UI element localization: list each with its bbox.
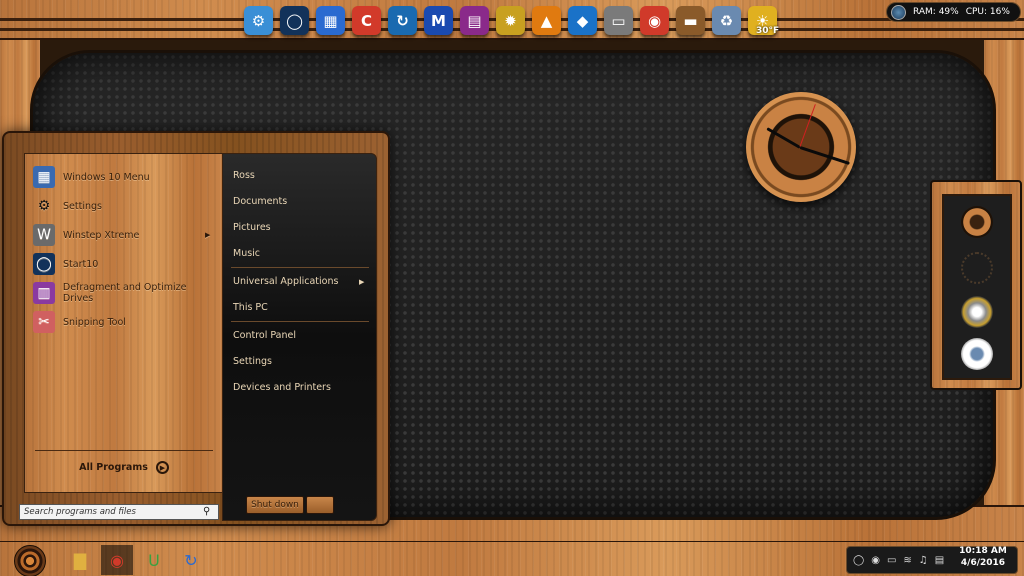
cpu-meter: CPU: 16% [965,7,1010,17]
places-pane: Ross Documents Pictures Music Universal Appl… [222,153,377,521]
programs-pane: ▦ Windows 10 Menu ⚙ Settings W Winstep Xtreme… [24,153,224,493]
mini-clock-icon[interactable] [961,206,993,238]
program-item[interactable]: ◯ Start10 [33,253,219,275]
program-label: Settings [63,200,102,212]
iobit-icon[interactable]: ↻ [175,545,207,575]
program-item[interactable]: ⚙ Settings [33,195,219,217]
places-item[interactable]: Pictures [233,222,271,233]
ram-meter: RAM: 49% [913,7,959,17]
program-label: Windows 10 Menu [63,171,150,183]
chrome-icon[interactable]: ◉ [640,6,669,35]
shutdown-options-button[interactable] [306,496,334,514]
places-item[interactable]: Devices and Printers [233,382,331,393]
all-programs-button[interactable]: All Programs ▶ [35,450,213,474]
side-widget-panel [930,180,1022,390]
clock-hour-hand [766,127,801,149]
places-item[interactable]: Universal Applications [233,276,338,287]
gadget-icon[interactable] [961,296,993,328]
program-item[interactable]: ▦ Windows 10 Menu [33,166,219,188]
taskbar: ▇ ◉ U ↻ ◯ ◉ ▭ ≋ ♫ ▤ 10:18 AM 4/6/2016 [0,541,1024,576]
winstep-xtreme-icon: W [33,224,55,246]
shutdown-button[interactable]: Shut down [246,496,304,514]
program-label: Defragment and Optimize Drives [62,282,187,304]
scissors-icon: ✂ [33,311,55,333]
chrome-icon[interactable]: ◉ [101,545,133,575]
windows-menu-icon: ▦ [33,166,55,188]
analog-clock-widget[interactable] [746,92,856,202]
folder-icon[interactable]: ▬ [676,6,705,35]
system-meters: RAM: 49% CPU: 16% [886,2,1021,22]
places-item[interactable]: Ross [233,170,255,181]
places-item[interactable]: This PC [233,302,268,313]
program-label: Snipping Tool [63,316,126,328]
taskbar-clock[interactable]: 10:18 AM 4/6/2016 [950,545,1016,569]
winrar-icon[interactable]: ▤ [460,6,489,35]
places-separator [231,267,369,268]
start-orb-button[interactable] [14,545,46,576]
defrag-icon: ▥ [33,282,55,304]
record-icon[interactable]: ◉ [871,555,880,566]
deskpins-icon[interactable]: ✹ [496,6,525,35]
places-item[interactable]: Documents [233,196,287,207]
all-programs-label: All Programs [79,462,148,473]
recycle-bin-icon[interactable]: ♻ [712,6,741,35]
places-item[interactable]: Control Panel [233,330,296,341]
wifi-icon[interactable]: ≋ [903,555,911,566]
meter-knob-icon[interactable] [891,4,906,20]
places-item[interactable]: Music [233,248,260,259]
weather-temperature: 30°F [756,26,780,36]
program-label: Winstep Xtreme [63,229,140,241]
places-separator [231,321,369,322]
control-panel-icon[interactable]: ⚙ [244,6,273,35]
notifications-icon[interactable]: ▤ [935,555,944,566]
volume-icon[interactable]: ♫ [919,555,928,566]
file-explorer-icon[interactable]: ▇ [64,545,96,575]
vlc-icon[interactable]: ▲ [532,6,561,35]
start10-tray-icon[interactable]: ◯ [853,555,864,566]
uniblue-icon[interactable]: U [138,545,170,575]
program-label: Start10 [63,258,99,270]
malwarebytes-icon[interactable]: M [424,6,453,35]
battery-icon[interactable]: ▭ [887,555,896,566]
time-text: 10:18 AM [959,546,1007,556]
drive-icon[interactable]: ▭ [604,6,633,35]
teamviewer-icon[interactable]: ◆ [568,6,597,35]
program-item[interactable]: ▥ Defragment and Optimize Drives [33,282,219,304]
dial-icon[interactable] [961,252,993,284]
arrow-right-icon: ▶ [155,461,169,474]
submenu-arrow-icon: ▶ [205,231,211,239]
places-item[interactable]: Settings [233,356,272,367]
clock-second-hand [799,104,816,147]
start10-icon[interactable]: ◯ [280,6,309,35]
program-item[interactable]: W Winstep Xtreme ▶ [33,224,219,246]
program-item[interactable]: ✂ Snipping Tool [33,311,219,333]
search-input[interactable] [19,504,219,520]
iobit-updater-icon[interactable]: ↻ [388,6,417,35]
gear-icon: ⚙ [37,198,51,214]
start10-icon: ◯ [33,253,55,275]
search-icon[interactable]: ⚲ [203,506,210,517]
eye-icon[interactable] [961,338,993,370]
top-dock: ⚙ ◯ ▦ C ↻ M ▤ ✹ ▲ ◆ ▭ ◉ ▬ ♻ ☀ [244,6,777,46]
date-text: 4/6/2016 [960,558,1006,568]
submenu-arrow-icon: ▶ [359,278,365,286]
clock-minute-hand [799,146,850,165]
ccleaner-icon[interactable]: C [352,6,381,35]
start-menu: ▦ Windows 10 Menu ⚙ Settings W Winstep Xtreme… [2,131,390,526]
winstep-icon[interactable]: ▦ [316,6,345,35]
